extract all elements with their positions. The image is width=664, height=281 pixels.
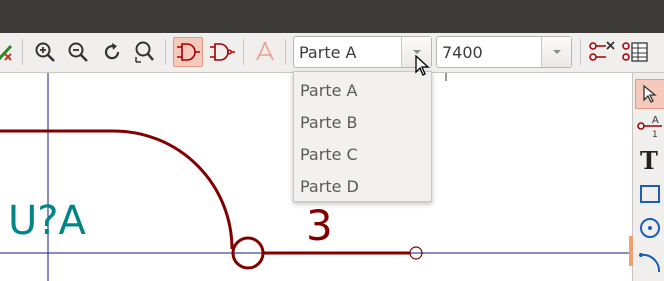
gate-nand-icon[interactable] xyxy=(207,37,237,67)
main-toolbar: Parte A 7400 xyxy=(0,33,664,73)
dropdown-option-label: Parte D xyxy=(300,177,359,196)
mouse-cursor-icon xyxy=(414,54,430,81)
right-toolbar: A1 T xyxy=(629,73,664,281)
check-icon[interactable] xyxy=(0,37,18,67)
gate-alt-icon[interactable] xyxy=(173,37,203,67)
reference-designator: U?A xyxy=(8,198,86,244)
pdf-icon[interactable] xyxy=(250,37,280,67)
dropdown-option-parte-a[interactable]: Parte A xyxy=(294,75,431,105)
dropdown-option-parte-d[interactable]: Parte D xyxy=(294,171,431,201)
dropdown-option-parte-c[interactable]: Parte C xyxy=(294,139,431,169)
zoom-in-icon[interactable] xyxy=(30,37,60,67)
symbol-selector-value: 7400 xyxy=(442,43,483,62)
dropdown-option-label: Parte B xyxy=(300,113,358,132)
symbol-selector[interactable]: 7400 xyxy=(436,36,572,68)
unit-selector-value: Parte A xyxy=(299,43,357,62)
dropdown-option-label: Parte C xyxy=(300,145,358,164)
scroll-marker xyxy=(629,236,633,266)
rectangle-icon[interactable] xyxy=(635,179,664,209)
zoom-out-icon[interactable] xyxy=(63,37,93,67)
svg-text:1: 1 xyxy=(652,130,658,139)
unit-dropdown-menu: Parte A Parte B Parte C Parte D xyxy=(293,71,432,202)
unit-selector[interactable]: Parte A xyxy=(293,36,432,68)
svg-text:T: T xyxy=(640,147,658,173)
text-icon[interactable]: T xyxy=(635,145,664,175)
title-bar xyxy=(0,0,664,33)
table-icon[interactable] xyxy=(620,37,650,67)
dropdown-option-label: Parte A xyxy=(300,81,358,100)
pin-icon[interactable]: A1 xyxy=(635,111,664,141)
dropdown-option-parte-b[interactable]: Parte B xyxy=(294,107,431,137)
chevron-down-icon[interactable] xyxy=(541,37,571,67)
pin-number: 3 xyxy=(306,201,333,250)
circle-icon[interactable] xyxy=(635,213,664,243)
refresh-icon[interactable] xyxy=(97,37,127,67)
svg-text:A: A xyxy=(652,115,659,126)
zoom-fit-icon[interactable] xyxy=(130,37,160,67)
arc-icon[interactable] xyxy=(635,247,664,277)
delete-pin-icon[interactable] xyxy=(587,37,617,67)
select-arrow-icon[interactable] xyxy=(635,79,664,109)
